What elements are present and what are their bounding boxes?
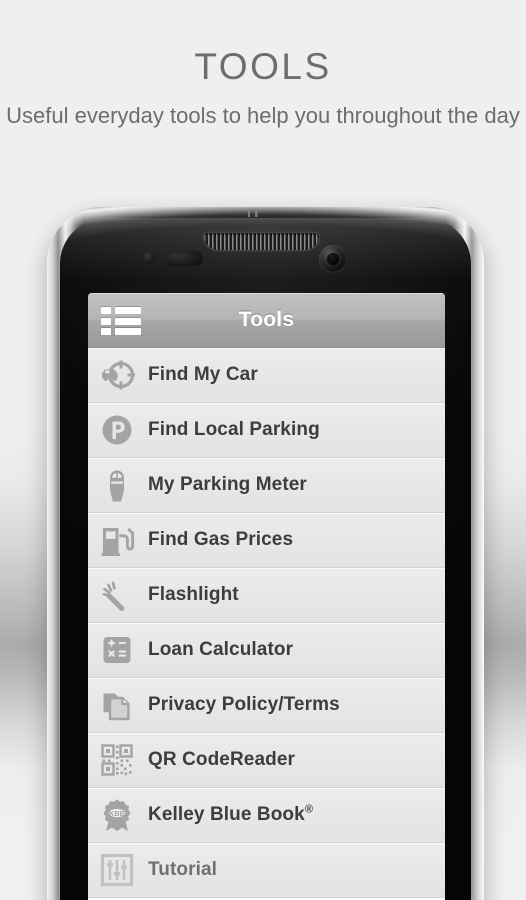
tools-list: Find My Car Find Local Parking My Parking …	[88, 348, 445, 898]
list-item-label: Privacy Policy/Terms	[148, 694, 340, 715]
parking-p-icon	[99, 412, 135, 448]
list-item-label: Find Local Parking	[148, 419, 320, 440]
promo-header: TOOLS Useful everyday tools to help you …	[0, 0, 526, 200]
list-item[interactable]: Tutorial	[88, 843, 445, 898]
list-item[interactable]: Find My Car	[88, 348, 445, 403]
phone-mockup: Tools Find My Car Find Local Parking My Pa…	[47, 207, 484, 900]
svg-text:KBB: KBB	[109, 809, 125, 818]
kbb-badge-icon: KBB	[99, 797, 135, 833]
page-title: TOOLS	[194, 46, 332, 87]
list-item-label: Find Gas Prices	[148, 529, 294, 550]
page-subtitle: Useful everyday tools to help you throug…	[6, 103, 520, 128]
proximity-sensor-icon	[165, 251, 203, 266]
list-item[interactable]: Loan Calculator	[88, 623, 445, 678]
flashlight-icon	[99, 577, 135, 613]
list-item-label: Tutorial	[148, 859, 218, 880]
parking-meter-icon	[99, 467, 135, 503]
documents-icon	[99, 687, 135, 723]
list-item-label: Find My Car	[148, 364, 258, 385]
phone-top-notch-marks	[244, 209, 262, 217]
earpiece-speaker-icon	[204, 233, 319, 250]
phone-screen: Tools Find My Car Find Local Parking My Pa…	[88, 293, 445, 900]
registered-trademark-mark: ®	[304, 803, 314, 816]
app-navbar: Tools	[88, 293, 445, 348]
sliders-icon	[99, 852, 135, 888]
list-item[interactable]: KBB Kelley Blue Book®	[88, 788, 445, 843]
list-item[interactable]: Flashlight	[88, 568, 445, 623]
list-item[interactable]: Find Gas Prices	[88, 513, 445, 568]
list-item-label: QR CodeReader	[148, 749, 296, 770]
front-camera-lens-icon	[327, 253, 339, 265]
list-item[interactable]: QR CodeReader	[88, 733, 445, 788]
list-item-label: Loan Calculator	[148, 639, 294, 660]
list-item[interactable]: My Parking Meter	[88, 458, 445, 513]
qr-code-icon	[99, 742, 135, 778]
gas-pump-icon	[99, 522, 135, 558]
car-locator-icon	[99, 357, 135, 393]
list-item[interactable]: Privacy Policy/Terms	[88, 678, 445, 733]
light-sensor-icon	[143, 252, 155, 264]
app-title: Tools	[238, 308, 295, 331]
list-item-label: My Parking Meter	[148, 474, 307, 495]
list-item-label: Flashlight	[148, 584, 239, 605]
calculator-icon	[99, 632, 135, 668]
list-item[interactable]: Find Local Parking	[88, 403, 445, 458]
list-item-label: Kelley Blue Book®	[148, 803, 314, 825]
